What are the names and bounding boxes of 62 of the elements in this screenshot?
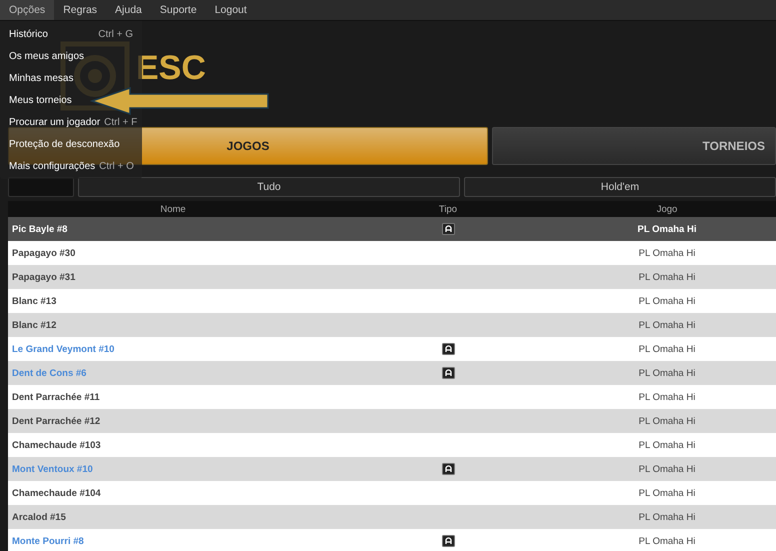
shortcut-label: Ctrl + G [98,28,133,40]
menu-bar-item[interactable]: Regras [54,0,106,20]
table-row[interactable]: Le Grand Veymont #10 PL Omaha Hi [8,337,776,361]
column-header[interactable]: Jogo [558,204,776,214]
table-cell-text: Monte Pourri #8 [11,536,85,546]
table-cell-text: PL Omaha Hi [638,344,696,354]
table-cell-text: PL Omaha Hi [638,296,696,306]
table-row[interactable]: Monte Pourri #8 PL Omaha Hi [8,529,776,551]
table-cell-text: PL Omaha Hi [638,536,696,546]
table-cell-text: Dent Parrachée #12 [11,416,102,426]
filter-button[interactable]: Tudo [78,177,460,197]
table-row[interactable]: Mont Ventoux #10 PL Omaha Hi [8,457,776,481]
table-row[interactable]: Chamechaude #103 PL Omaha Hi [8,433,776,457]
column-header[interactable]: Tipo [338,204,558,214]
table-cell-text: PL Omaha Hi [638,392,696,402]
menu-item[interactable]: Os meus amigos [9,50,84,62]
menu-bar-item[interactable]: Logout [206,0,256,20]
column-header[interactable]: Nome [8,204,338,214]
tab[interactable]: TORNEIOS [492,127,776,165]
menu-item[interactable]: Proteção de desconexão [9,138,120,150]
table-cell-text: Mont Ventoux #10 [11,464,94,474]
table-cell-text: PL Omaha Hi [638,368,696,378]
table-cell-text: PL Omaha Hi [638,320,696,330]
table-row[interactable]: Dent de Cons #6 PL Omaha Hi [8,361,776,385]
table-cell-text: PL Omaha Hi [638,464,696,474]
table-row[interactable]: Papagayo #30 PL Omaha Hi [8,241,776,265]
shortcut-label: Ctrl + F [104,116,138,128]
table-row[interactable]: Papagayo #31 PL Omaha Hi [8,265,776,289]
table-cell-text: Papagayo #31 [11,272,76,282]
table-cell-text: Blanc #13 [11,296,58,306]
table-row[interactable]: Arcalod #15 PL Omaha Hi [8,505,776,529]
table-cell-text: PL Omaha Hi [638,512,696,522]
table-cell-text: Dent de Cons #6 [11,368,88,378]
menu-bar-item[interactable]: Suporte [150,0,206,20]
table-cell-text: PL Omaha Hi [638,272,696,282]
table-cell-text: Pic Bayle #8 [11,224,68,234]
table-row[interactable]: Pic Bayle #8 PL Omaha Hi [8,217,776,241]
table-row[interactable]: Blanc #13 PL Omaha Hi [8,289,776,313]
logo-text: ESC [136,51,206,85]
table-cell-text: Dent Parrachée #11 [11,392,101,402]
table-cell-text: Blanc #12 [11,320,58,330]
filter-button[interactable]: Hold'em [464,177,776,197]
table-cell-text: PL Omaha Hi [636,224,698,234]
table-cell-text: PL Omaha Hi [638,488,696,498]
menu-item[interactable]: Meus torneios [9,94,72,106]
table-cell-text: Le Grand Veymont #10 [11,344,116,354]
table-cell-text: Papagayo #30 [11,248,76,258]
table-cell-text: Chamechaude #104 [11,488,102,498]
table-cell-text: PL Omaha Hi [638,416,696,426]
menu-item[interactable]: Histórico [9,28,48,40]
table-cell-text: PL Omaha Hi [638,248,696,258]
table-row[interactable]: Chamechaude #104 PL Omaha Hi [8,481,776,505]
table-cell-text: Chamechaude #103 [11,440,102,450]
table-row[interactable]: Dent Parrachée #12 PL Omaha Hi [8,409,776,433]
table-row[interactable]: Blanc #12 PL Omaha Hi [8,313,776,337]
menu-item[interactable]: Minhas mesas [9,72,74,84]
table-cell-text: Arcalod #15 [11,512,67,522]
table-cell-text: PL Omaha Hi [638,440,696,450]
table-row[interactable]: Dent Parrachée #11 PL Omaha Hi [8,385,776,409]
menu-bar-item[interactable]: Ajuda [106,0,151,20]
menu-item[interactable]: Procurar um jogador [9,116,100,128]
menu-bar-item[interactable]: Opções [0,0,54,20]
